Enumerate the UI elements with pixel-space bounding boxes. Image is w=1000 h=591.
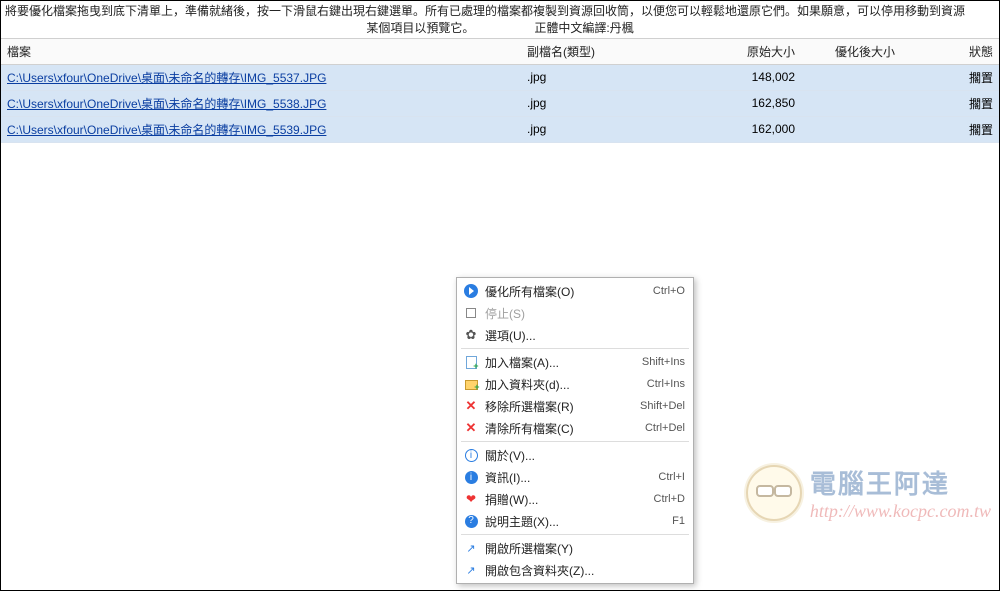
- file-opt-size: [801, 116, 901, 142]
- col-file[interactable]: 檔案: [1, 38, 521, 64]
- play-icon: [461, 284, 481, 298]
- file-ext: .jpg: [521, 90, 671, 116]
- file-status: 擱置: [901, 64, 999, 90]
- table-row[interactable]: C:\Users\xfour\OneDrive\桌面\未命名的轉存\IMG_55…: [1, 64, 999, 90]
- menu-help-topics[interactable]: ? 說明主題(X)... F1: [457, 510, 693, 532]
- menu-clear-all[interactable]: ✕ 清除所有檔案(C) Ctrl+Del: [457, 417, 693, 439]
- file-opt-size: [801, 90, 901, 116]
- menu-add-folder[interactable]: 加入資料夾(d)... Ctrl+Ins: [457, 373, 693, 395]
- context-menu[interactable]: 優化所有檔案(O) Ctrl+O 停止(S) ✿ 選項(U)... 加入檔案(A…: [456, 277, 694, 584]
- col-status[interactable]: 狀態: [901, 38, 999, 64]
- open-folder-icon: ↗: [461, 564, 481, 577]
- table-row[interactable]: C:\Users\xfour\OneDrive\桌面\未命名的轉存\IMG_55…: [1, 90, 999, 116]
- about-icon: i: [461, 449, 481, 462]
- menu-open-selected[interactable]: ↗ 開啟所選檔案(Y): [457, 537, 693, 559]
- table-header-row: 檔案 副檔名(類型) 原始大小 優化後大小 狀態: [1, 38, 999, 64]
- file-orig-size: 148,002: [671, 64, 801, 90]
- menu-options[interactable]: ✿ 選項(U)...: [457, 324, 693, 346]
- remove-icon: ✕: [461, 398, 481, 414]
- clear-icon: ✕: [461, 420, 481, 436]
- file-ext: .jpg: [521, 116, 671, 142]
- file-orig-size: 162,000: [671, 116, 801, 142]
- intro-text: 將要優化檔案拖曳到底下清單上，準備就緒後，按一下滑鼠右鍵出現右鍵選單。所有已處理…: [1, 1, 999, 38]
- file-status: 擱置: [901, 116, 999, 142]
- menu-open-containing-folder[interactable]: ↗ 開啟包含資料夾(Z)...: [457, 559, 693, 581]
- help-icon: ?: [461, 515, 481, 528]
- add-folder-icon: [461, 378, 481, 390]
- add-file-icon: [461, 356, 481, 369]
- stop-icon: [461, 308, 481, 318]
- file-path-link[interactable]: C:\Users\xfour\OneDrive\桌面\未命名的轉存\IMG_55…: [7, 71, 326, 85]
- file-path-link[interactable]: C:\Users\xfour\OneDrive\桌面\未命名的轉存\IMG_55…: [7, 123, 326, 137]
- watermark: 電腦王阿達 http://www.kocpc.com.tw: [746, 464, 991, 522]
- watermark-title: 電腦王阿達: [810, 464, 991, 501]
- menu-info[interactable]: i 資訊(I)... Ctrl+I: [457, 466, 693, 488]
- menu-stop: 停止(S): [457, 302, 693, 324]
- file-status: 擱置: [901, 90, 999, 116]
- watermark-url: http://www.kocpc.com.tw: [810, 501, 991, 522]
- col-ext[interactable]: 副檔名(類型): [521, 38, 671, 64]
- file-path-link[interactable]: C:\Users\xfour\OneDrive\桌面\未命名的轉存\IMG_55…: [7, 97, 326, 111]
- file-list-table[interactable]: 檔案 副檔名(類型) 原始大小 優化後大小 狀態 C:\Users\xfour\…: [1, 38, 999, 143]
- file-orig-size: 162,850: [671, 90, 801, 116]
- table-row[interactable]: C:\Users\xfour\OneDrive\桌面\未命名的轉存\IMG_55…: [1, 116, 999, 142]
- gear-icon: ✿: [461, 327, 481, 343]
- info-icon: i: [461, 471, 481, 484]
- menu-optimize-all[interactable]: 優化所有檔案(O) Ctrl+O: [457, 280, 693, 302]
- menu-about[interactable]: i 關於(V)...: [457, 444, 693, 466]
- watermark-mascot-icon: [746, 465, 802, 521]
- file-opt-size: [801, 64, 901, 90]
- heart-icon: ❤: [461, 492, 481, 506]
- menu-donate[interactable]: ❤ 捐贈(W)... Ctrl+D: [457, 488, 693, 510]
- file-ext: .jpg: [521, 64, 671, 90]
- col-orig[interactable]: 原始大小: [671, 38, 801, 64]
- col-opt[interactable]: 優化後大小: [801, 38, 901, 64]
- open-file-icon: ↗: [461, 542, 481, 555]
- menu-add-file[interactable]: 加入檔案(A)... Shift+Ins: [457, 351, 693, 373]
- menu-remove-selected[interactable]: ✕ 移除所選檔案(R) Shift+Del: [457, 395, 693, 417]
